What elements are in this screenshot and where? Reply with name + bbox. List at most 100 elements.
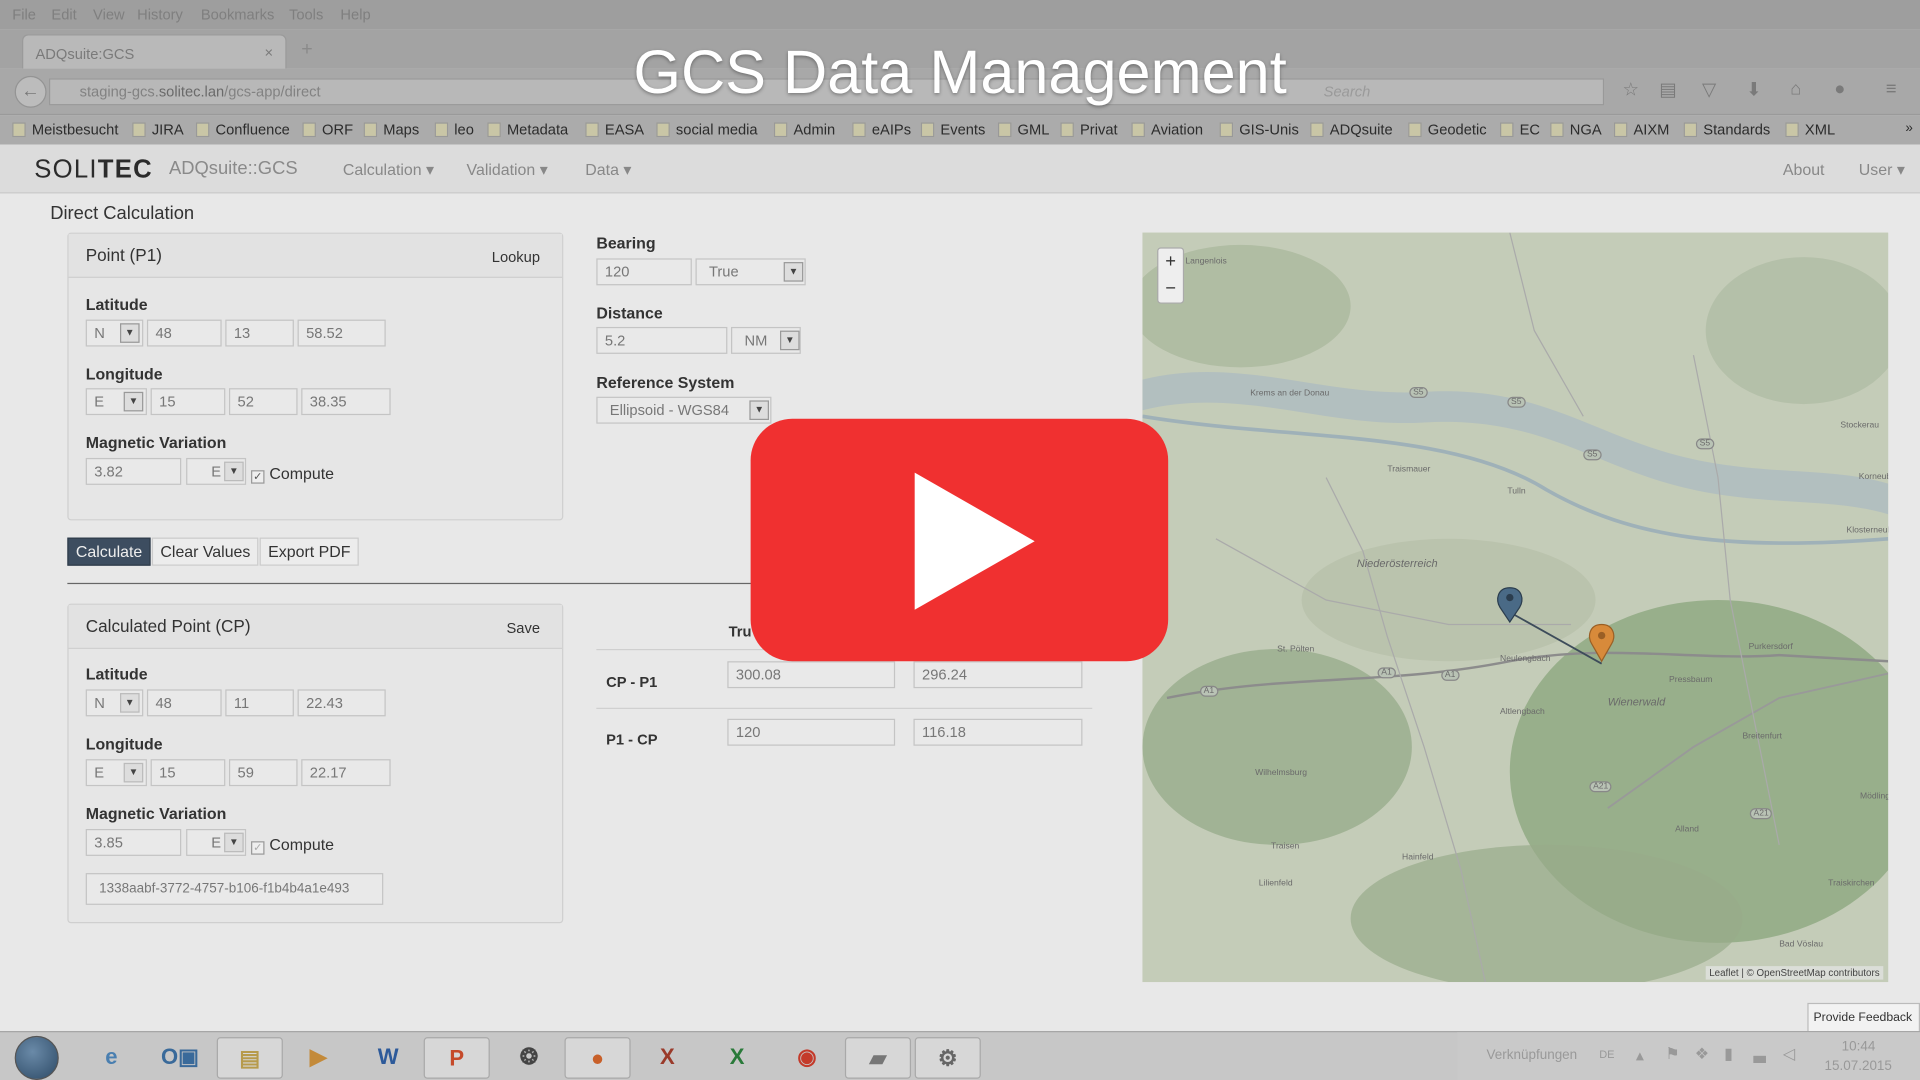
product-name[interactable]: ADQsuite::GCS: [169, 158, 298, 179]
word-icon[interactable]: W: [355, 1037, 421, 1079]
cp-lon-degrees-input[interactable]: 15: [150, 759, 226, 787]
menu-validation[interactable]: Validation ▾: [467, 160, 548, 180]
p1-cp-magnetic-bearing-field[interactable]: 116.18: [913, 718, 1083, 746]
p1-magvar-input[interactable]: 3.82: [85, 457, 182, 485]
distance-input[interactable]: 5.2: [596, 326, 728, 354]
flag-icon[interactable]: ⚑: [1665, 1044, 1679, 1064]
dropbox-icon[interactable]: ❖: [1695, 1044, 1709, 1064]
bookmark-item[interactable]: Confluence: [195, 121, 290, 138]
bookmark-item[interactable]: Admin: [773, 121, 835, 138]
cp-p1-true-bearing-field[interactable]: 300.08: [727, 661, 896, 689]
language-indicator[interactable]: DE: [1599, 1048, 1614, 1060]
menu-edit[interactable]: Edit: [51, 6, 76, 23]
p1-lat-minutes-input[interactable]: 13: [225, 319, 294, 347]
chevron-down-icon[interactable]: ▼: [123, 762, 144, 783]
map-view[interactable]: Langenlois Krems an der Donau Traismauer…: [1142, 232, 1889, 983]
cp-compute-checkbox[interactable]: ✓ Compute: [251, 835, 334, 855]
clock-date[interactable]: 15.07.2015: [1825, 1059, 1892, 1074]
bookmark-item[interactable]: leo: [434, 121, 474, 138]
chevron-down-icon[interactable]: ▼: [123, 391, 144, 412]
chevron-down-icon[interactable]: ▼: [120, 693, 140, 713]
p1-lat-degrees-input[interactable]: 48: [146, 319, 222, 347]
bookmark-item[interactable]: Events: [920, 121, 985, 138]
bookmark-item[interactable]: social media: [656, 121, 758, 138]
chevron-down-icon[interactable]: ▼: [224, 461, 244, 482]
lookup-button[interactable]: Lookup: [492, 249, 540, 266]
menu-file[interactable]: File: [12, 6, 36, 23]
notes-icon[interactable]: ▰: [844, 1037, 912, 1079]
p1-lon-degrees-input[interactable]: 15: [150, 388, 226, 416]
cp-lat-minutes-input[interactable]: 11: [225, 689, 294, 717]
bookmark-item[interactable]: Maps: [363, 121, 419, 138]
firefox-icon[interactable]: ●: [564, 1037, 631, 1079]
cp-magvar-input[interactable]: 3.85: [85, 828, 182, 856]
network-icon[interactable]: ▃: [1753, 1044, 1765, 1064]
bookmark-item[interactable]: AIXM: [1613, 121, 1669, 138]
bookmark-item[interactable]: Geodetic: [1408, 121, 1487, 138]
bookmark-item[interactable]: Standards: [1683, 121, 1770, 138]
bookmark-item[interactable]: GML: [997, 121, 1049, 138]
bookmark-item[interactable]: EASA: [585, 121, 644, 138]
clock-time[interactable]: 10:44: [1842, 1040, 1876, 1055]
bookmark-item[interactable]: GIS-Unis: [1219, 121, 1299, 138]
p1-lon-seconds-input[interactable]: 38.35: [301, 388, 391, 416]
menu-user[interactable]: User ▾: [1859, 160, 1905, 180]
chevron-down-icon[interactable]: ▼: [224, 832, 244, 853]
cp-lat-degrees-input[interactable]: 48: [146, 689, 222, 717]
cp-p1-magnetic-bearing-field[interactable]: 296.24: [913, 661, 1083, 689]
zoom-out-button[interactable]: −: [1158, 276, 1182, 303]
chevron-down-icon[interactable]: ▼: [783, 262, 804, 282]
tray-toolbar-label[interactable]: Verknüpfungen: [1487, 1048, 1578, 1063]
internet-explorer-icon[interactable]: e: [78, 1037, 144, 1079]
bookmark-item[interactable]: ADQsuite: [1310, 121, 1393, 138]
menu-data[interactable]: Data ▾: [585, 160, 631, 180]
bookmark-item[interactable]: Aviation: [1131, 121, 1203, 138]
media-player-icon[interactable]: ▶: [285, 1037, 351, 1079]
menu-history[interactable]: History: [137, 6, 183, 23]
bookmark-item[interactable]: XML: [1785, 121, 1835, 138]
chevron-down-icon[interactable]: ▼: [120, 323, 140, 343]
export-pdf-button[interactable]: Export PDF: [259, 537, 360, 566]
map-attribution[interactable]: Leaflet | © OpenStreetMap contributors: [1705, 966, 1884, 980]
bookmark-item[interactable]: NGA: [1550, 121, 1602, 138]
clear-values-button[interactable]: Clear Values: [151, 537, 259, 566]
save-button[interactable]: Save: [507, 620, 541, 637]
cp-uuid-field[interactable]: 1338aabf-3772-4757-b106-f1b4b4a1e493: [85, 873, 384, 905]
menu-view[interactable]: View: [93, 6, 125, 23]
bookmark-item[interactable]: ORF: [302, 121, 353, 138]
cp-lon-minutes-input[interactable]: 59: [228, 759, 298, 787]
volume-icon[interactable]: ◁: [1783, 1044, 1795, 1064]
menu-bookmarks[interactable]: Bookmarks: [201, 6, 275, 23]
bookmark-item[interactable]: Meistbesucht: [12, 121, 118, 138]
bookmark-item[interactable]: JIRA: [132, 121, 184, 138]
bearing-input[interactable]: 120: [596, 258, 692, 286]
menu-help[interactable]: Help: [340, 6, 370, 23]
p1-lon-minutes-input[interactable]: 52: [228, 388, 298, 416]
chevron-down-icon[interactable]: ▼: [749, 400, 769, 421]
bookmark-item[interactable]: Privat: [1060, 121, 1118, 138]
p1-compute-checkbox[interactable]: ✓ Compute: [251, 464, 334, 484]
excel-icon[interactable]: X: [704, 1037, 770, 1079]
zoom-in-button[interactable]: +: [1158, 249, 1182, 276]
calculate-button[interactable]: Calculate: [67, 537, 151, 566]
p1-cp-true-bearing-field[interactable]: 120: [727, 718, 896, 746]
reference-system-select[interactable]: Ellipsoid - WGS84: [596, 396, 772, 424]
bookmarks-overflow-icon[interactable]: »: [1905, 121, 1913, 136]
cp-lat-seconds-input[interactable]: 22.43: [297, 689, 386, 717]
menu-about[interactable]: About: [1783, 160, 1825, 178]
provide-feedback-button[interactable]: Provide Feedback: [1807, 1002, 1920, 1033]
p1-lat-seconds-input[interactable]: 58.52: [297, 319, 386, 347]
bookmark-item[interactable]: eAIPs: [852, 121, 911, 138]
xmind-icon[interactable]: X: [634, 1037, 700, 1079]
brand-logo[interactable]: SOLITEC: [34, 156, 153, 185]
cp-lon-seconds-input[interactable]: 22.17: [301, 759, 391, 787]
aperture-icon[interactable]: ❂: [496, 1037, 562, 1079]
outlook-icon[interactable]: O▣: [147, 1037, 213, 1079]
bookmark-item[interactable]: Metadata: [487, 121, 568, 138]
start-button-icon[interactable]: [14, 1035, 59, 1080]
chrome-icon[interactable]: ◉: [774, 1037, 840, 1079]
battery-icon[interactable]: ▮: [1724, 1044, 1733, 1064]
menu-tools[interactable]: Tools: [289, 6, 323, 23]
settings-icon[interactable]: ⚙: [914, 1037, 981, 1079]
menu-calculation[interactable]: Calculation ▾: [343, 160, 434, 180]
